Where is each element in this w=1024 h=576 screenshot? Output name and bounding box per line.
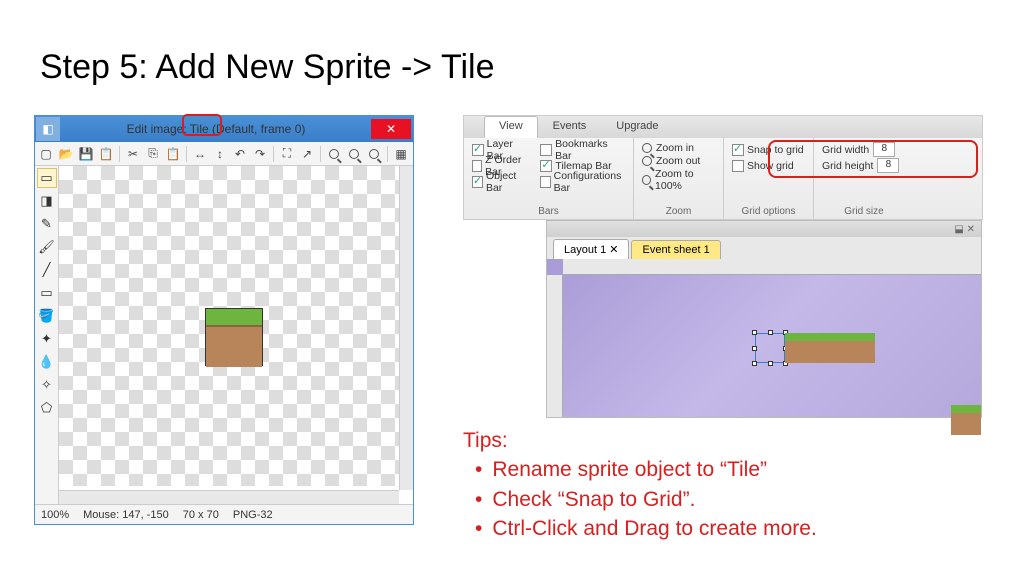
layout-canvas[interactable] — [547, 259, 981, 417]
scrollbar-v[interactable] — [399, 166, 413, 490]
annotation-highlight-grid — [768, 140, 978, 178]
layout-tabs: Layout 1 ✕ Event sheet 1 — [547, 237, 981, 259]
flip-h-icon[interactable]: ↔ — [191, 145, 209, 163]
ribbon-group-zoom: Zoom in Zoom out Zoom to 100% Zoom — [634, 138, 724, 219]
tool-palette: ▭ ◨ ✎ 🖌 ╱ ▭ 🪣 ✦ 💧 ✧ ⬠ — [35, 166, 59, 504]
tab-view[interactable]: View — [484, 116, 538, 138]
hotspot-tool-icon[interactable]: ✧ — [37, 375, 57, 395]
pencil-tool-icon[interactable]: ✎ — [37, 214, 57, 234]
zoom-100-btn[interactable]: Zoom to 100% — [642, 168, 715, 192]
tip-1: Rename sprite object to “Tile” — [475, 455, 817, 484]
cut-icon[interactable]: ✂ — [124, 145, 142, 163]
fill-tool-icon[interactable]: 🪣 — [37, 306, 57, 326]
ruler-v — [547, 275, 563, 417]
ribbon-group-bars: Layer Bar Z Order Bar Object Bar Bookmar… — [464, 138, 634, 219]
selected-tile[interactable] — [755, 333, 785, 363]
close-button[interactable]: ✕ — [371, 119, 411, 139]
annotation-highlight-title — [182, 114, 222, 136]
tile-instance[interactable] — [951, 405, 981, 435]
save-icon[interactable]: 💾 — [77, 145, 95, 163]
zoom-out-icon[interactable] — [345, 145, 363, 163]
zoom-in-icon[interactable] — [325, 145, 343, 163]
status-zoom: 100% — [41, 509, 69, 521]
status-format: PNG-32 — [233, 509, 273, 521]
canvas[interactable] — [59, 166, 413, 504]
slide-title: Step 5: Add New Sprite -> Tile — [40, 48, 495, 87]
tile-instance[interactable] — [815, 333, 845, 363]
tab-event-sheet1[interactable]: Event sheet 1 — [631, 240, 720, 259]
group-label-zoom: Zoom — [634, 206, 723, 217]
brush-tool-icon[interactable]: 🖌 — [37, 237, 57, 257]
rotate-cw-icon[interactable]: ↷ — [251, 145, 269, 163]
tab-events[interactable]: Events — [538, 116, 602, 138]
group-label-grid-size: Grid size — [814, 206, 914, 217]
chk-object-bar[interactable]: Object Bar — [472, 174, 530, 190]
tab-upgrade[interactable]: Upgrade — [601, 116, 673, 138]
grid-icon[interactable]: ▦ — [392, 145, 410, 163]
eraser-tool-icon[interactable]: ◨ — [37, 191, 57, 211]
chk-config-bar[interactable]: Configurations Bar — [540, 174, 625, 190]
zoom-in-btn[interactable]: Zoom in — [642, 142, 715, 154]
status-size: 70 x 70 — [183, 509, 219, 521]
rect-tool-icon[interactable]: ▭ — [37, 283, 57, 303]
ruler-h — [563, 259, 981, 275]
clipboard-icon[interactable]: 📋 — [164, 145, 182, 163]
image-editor-window: ◧ Edit image: Tile (Default, frame 0) ✕ … — [34, 115, 414, 525]
tip-3: Ctrl-Click and Drag to create more. — [475, 514, 817, 543]
new-icon[interactable]: ▢ — [37, 145, 55, 163]
paste-icon[interactable]: 📋 — [97, 145, 115, 163]
tab-layout1[interactable]: Layout 1 ✕ — [553, 239, 629, 259]
rotate-ccw-icon[interactable]: ↶ — [231, 145, 249, 163]
status-mouse: Mouse: 147, -150 — [83, 509, 169, 521]
copy-icon[interactable]: ⎘ — [144, 145, 162, 163]
zoom-out-icon — [642, 156, 652, 166]
group-label-grid-opt: Grid options — [724, 206, 813, 217]
panel-pin-bar[interactable]: ⬓ ✕ — [547, 221, 981, 237]
editor-titlebar[interactable]: ◧ Edit image: Tile (Default, frame 0) ✕ — [35, 116, 413, 142]
zoom-100-icon — [642, 175, 651, 185]
flip-v-icon[interactable]: ↕ — [211, 145, 229, 163]
sprite-tile[interactable] — [205, 308, 263, 366]
resize-icon[interactable]: ↗ — [298, 145, 316, 163]
ribbon-tabs: View Events Upgrade — [464, 116, 982, 138]
group-label-bars: Bars — [464, 206, 633, 217]
zoom-fit-icon[interactable] — [365, 145, 383, 163]
scrollbar-h[interactable] — [59, 490, 399, 504]
tile-instance[interactable] — [785, 333, 815, 363]
select-tool-icon[interactable]: ▭ — [37, 168, 57, 188]
line-tool-icon[interactable]: ╱ — [37, 260, 57, 280]
crop-icon[interactable]: ⛶ — [278, 145, 296, 163]
tips-heading: Tips: — [463, 426, 817, 455]
layout-panel: ⬓ ✕ Layout 1 ✕ Event sheet 1 — [546, 220, 982, 418]
tab-close-icon[interactable]: ✕ — [609, 244, 618, 256]
wand-tool-icon[interactable]: ✦ — [37, 329, 57, 349]
chk-bookmarks-bar[interactable]: Bookmarks Bar — [540, 142, 625, 158]
ribbon-view: View Events Upgrade Layer Bar Z Order Ba… — [463, 115, 983, 220]
zoom-in-icon — [642, 143, 652, 153]
eyedrop-tool-icon[interactable]: 💧 — [37, 352, 57, 372]
tile-instance[interactable] — [845, 333, 875, 363]
polygon-tool-icon[interactable]: ⬠ — [37, 398, 57, 418]
status-bar: 100% Mouse: 147, -150 70 x 70 PNG-32 — [35, 504, 413, 524]
tip-2: Check “Snap to Grid”. — [475, 485, 817, 514]
tips-block: Tips: Rename sprite object to “Tile” Che… — [463, 426, 817, 544]
editor-toolbar: ▢ 📂 💾 📋 ✂ ⎘ 📋 ↔ ↕ ↶ ↷ ⛶ ↗ ▦ — [35, 142, 413, 166]
open-icon[interactable]: 📂 — [57, 145, 75, 163]
app-icon: ◧ — [36, 117, 60, 141]
